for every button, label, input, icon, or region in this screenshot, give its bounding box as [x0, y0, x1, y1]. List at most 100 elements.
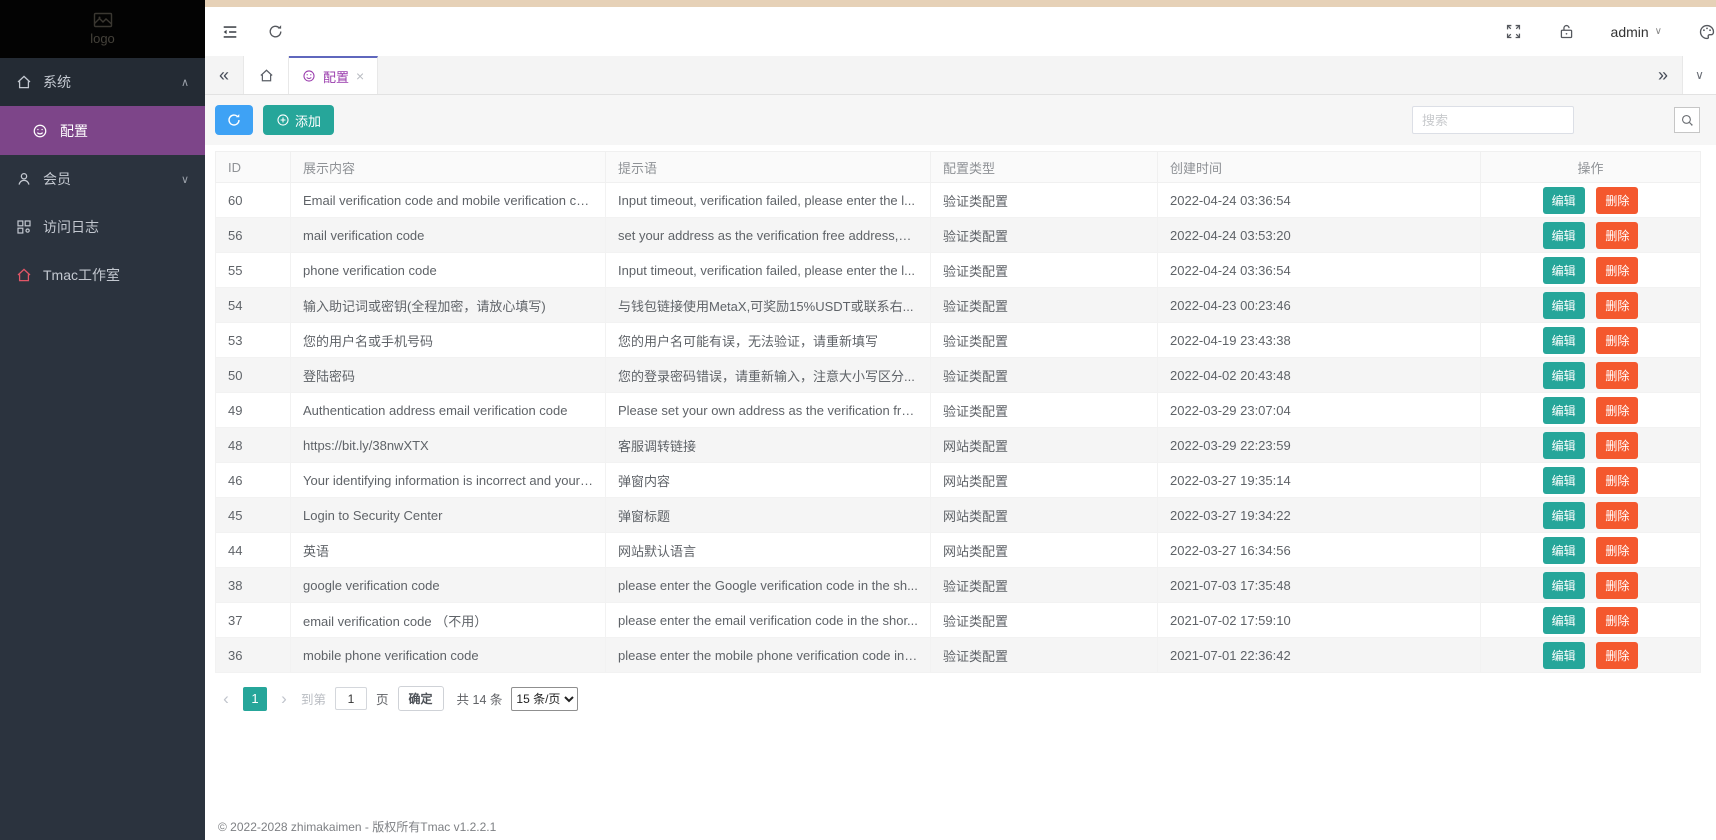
delete-button[interactable]: 删除 — [1596, 432, 1638, 459]
table-row: 50 登陆密码 您的登录密码错误，请重新输入，注意大小写区分... 验证类配置 … — [216, 358, 1701, 393]
delete-button[interactable]: 删除 — [1596, 642, 1638, 669]
cell-content: mail verification code — [291, 218, 606, 253]
edit-button[interactable]: 编辑 — [1543, 642, 1585, 669]
home-icon — [16, 74, 32, 90]
delete-button[interactable]: 删除 — [1596, 397, 1638, 424]
cell-type: 验证类配置 — [931, 358, 1158, 393]
cell-created: 2021-07-01 22:36:42 — [1158, 638, 1481, 673]
tab-home[interactable] — [243, 56, 289, 94]
cell-id: 54 — [216, 288, 291, 323]
chevron-down-icon: ∨ — [1655, 26, 1662, 37]
cell-created: 2022-04-02 20:43:48 — [1158, 358, 1481, 393]
delete-button[interactable]: 删除 — [1596, 187, 1638, 214]
cell-id: 55 — [216, 253, 291, 288]
cell-id: 37 — [216, 603, 291, 638]
search-input[interactable] — [1412, 106, 1574, 134]
delete-button[interactable]: 删除 — [1596, 467, 1638, 494]
cell-content: Your identifying information is incorrec… — [291, 463, 606, 498]
edit-button[interactable]: 编辑 — [1543, 502, 1585, 529]
refresh-page-icon[interactable] — [267, 23, 284, 40]
edit-button[interactable]: 编辑 — [1543, 537, 1585, 564]
user-icon — [16, 171, 32, 187]
cell-actions: 编辑 删除 — [1481, 183, 1701, 218]
sidebar-collapse-icon[interactable] — [221, 23, 239, 41]
edit-button[interactable]: 编辑 — [1543, 432, 1585, 459]
cell-prompt: 网站默认语言 — [606, 533, 931, 568]
edit-button[interactable]: 编辑 — [1543, 187, 1585, 214]
per-page-select[interactable]: 15 条/页 — [511, 687, 578, 711]
delete-button[interactable]: 删除 — [1596, 537, 1638, 564]
delete-button[interactable]: 删除 — [1596, 257, 1638, 284]
sidebar-item-label: Tmac工作室 — [43, 265, 120, 285]
column-header-created: 创建时间 — [1158, 152, 1481, 183]
logo-text: logo — [90, 31, 115, 46]
tabs-scroll-left[interactable]: « — [205, 56, 243, 94]
edit-button[interactable]: 编辑 — [1543, 607, 1585, 634]
sidebar-item-system[interactable]: 系统 ∧ — [0, 58, 205, 106]
theme-palette-icon[interactable] — [1698, 23, 1716, 41]
table-row: 54 输入助记词或密钥(全程加密，请放心填写) 与钱包链接使用MetaX,可奖励… — [216, 288, 1701, 323]
delete-button[interactable]: 删除 — [1596, 607, 1638, 634]
cell-created: 2022-03-27 16:34:56 — [1158, 533, 1481, 568]
chevron-down-icon: ∨ — [181, 173, 189, 186]
cell-type: 验证类配置 — [931, 253, 1158, 288]
fullscreen-icon[interactable] — [1505, 23, 1522, 40]
next-page-arrow[interactable]: › — [276, 690, 292, 707]
tabs-scroll-right[interactable]: » — [1644, 56, 1682, 94]
tab-config[interactable]: 配置 × — [289, 56, 378, 94]
page-word: 页 — [376, 689, 389, 708]
edit-button[interactable]: 编辑 — [1543, 467, 1585, 494]
cell-actions: 编辑 删除 — [1481, 463, 1701, 498]
table-row: 38 google verification code please enter… — [216, 568, 1701, 603]
add-button-label: 添加 — [295, 111, 321, 130]
table-row: 56 mail verification code set your addre… — [216, 218, 1701, 253]
confirm-button[interactable]: 确定 — [398, 686, 444, 711]
cell-actions: 编辑 删除 — [1481, 498, 1701, 533]
cell-type: 验证类配置 — [931, 288, 1158, 323]
prev-page-arrow[interactable]: ‹ — [218, 690, 234, 707]
search-button[interactable] — [1674, 107, 1700, 133]
add-button[interactable]: 添加 — [263, 105, 334, 135]
table-row: 46 Your identifying information is incor… — [216, 463, 1701, 498]
delete-button[interactable]: 删除 — [1596, 222, 1638, 249]
tabs-menu-dropdown[interactable]: ∨ — [1682, 56, 1716, 94]
edit-button[interactable]: 编辑 — [1543, 292, 1585, 319]
edit-button[interactable]: 编辑 — [1543, 397, 1585, 424]
close-icon[interactable]: × — [356, 68, 364, 84]
main-area: admin ∨ « — [205, 0, 1716, 840]
chevron-up-icon: ∧ — [181, 76, 189, 89]
refresh-table-button[interactable] — [215, 105, 253, 135]
column-header-prompt: 提示语 — [606, 152, 931, 183]
sidebar-item-member[interactable]: 会员 ∨ — [0, 155, 205, 203]
cell-type: 网站类配置 — [931, 498, 1158, 533]
page-number-button[interactable]: 1 — [243, 687, 267, 711]
edit-button[interactable]: 编辑 — [1543, 257, 1585, 284]
delete-button[interactable]: 删除 — [1596, 327, 1638, 354]
delete-button[interactable]: 删除 — [1596, 572, 1638, 599]
lock-icon[interactable] — [1558, 23, 1575, 40]
sidebar-item-config[interactable]: 配置 — [0, 106, 205, 155]
user-menu[interactable]: admin ∨ — [1611, 24, 1662, 40]
cell-type: 验证类配置 — [931, 183, 1158, 218]
delete-button[interactable]: 删除 — [1596, 362, 1638, 389]
edit-button[interactable]: 编辑 — [1543, 222, 1585, 249]
goto-page-input[interactable] — [335, 687, 367, 710]
sidebar-item-access-log[interactable]: 访问日志 — [0, 203, 205, 251]
cell-created: 2022-03-27 19:35:14 — [1158, 463, 1481, 498]
cell-created: 2021-07-03 17:35:48 — [1158, 568, 1481, 603]
tab-bar: « 配置 × — [205, 56, 1716, 95]
edit-button[interactable]: 编辑 — [1543, 572, 1585, 599]
home-icon — [259, 68, 274, 83]
grid-icon — [16, 219, 32, 235]
edit-button[interactable]: 编辑 — [1543, 362, 1585, 389]
cell-type: 验证类配置 — [931, 603, 1158, 638]
sidebar-item-label: 配置 — [60, 121, 88, 141]
total-count-label: 共 14 条 — [457, 689, 503, 708]
cell-actions: 编辑 删除 — [1481, 288, 1701, 323]
cell-content: phone verification code — [291, 253, 606, 288]
edit-button[interactable]: 编辑 — [1543, 327, 1585, 354]
sidebar-item-tmac[interactable]: Tmac工作室 — [0, 251, 205, 299]
delete-button[interactable]: 删除 — [1596, 292, 1638, 319]
delete-button[interactable]: 删除 — [1596, 502, 1638, 529]
broken-image-icon — [93, 12, 113, 30]
